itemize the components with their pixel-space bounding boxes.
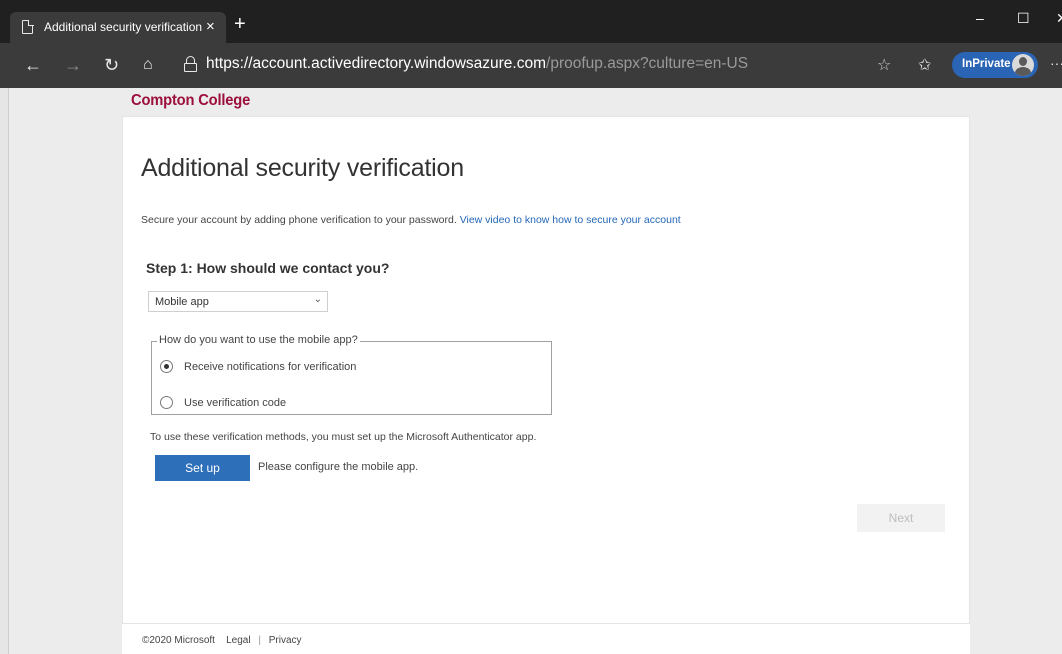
intro-description: Secure your account by adding phone veri… xyxy=(141,214,460,226)
copyright-text: ©2020 Microsoft xyxy=(142,635,215,646)
browser-tab-active[interactable]: Additional security verification × xyxy=(10,12,226,43)
footer-separator: | xyxy=(258,635,261,646)
address-bar[interactable]: https://account.activedirectory.windowsa… xyxy=(206,55,748,73)
radio-receive-notifications-label[interactable]: Receive notifications for verification xyxy=(184,361,356,373)
tab-close-icon[interactable]: × xyxy=(206,18,215,35)
inprivate-label: InPrivate xyxy=(962,58,1011,70)
radio-verification-code[interactable] xyxy=(160,396,173,409)
contact-method-value: Mobile app xyxy=(155,296,209,308)
radio-verification-code-label[interactable]: Use verification code xyxy=(184,397,286,409)
setup-hint: Please configure the mobile app. xyxy=(258,461,419,473)
forward-arrow-icon[interactable]: → xyxy=(64,55,82,75)
inprivate-badge[interactable]: InPrivate xyxy=(952,52,1038,78)
chevron-down-icon: ⌄ xyxy=(313,294,322,305)
page-title: Additional security verification xyxy=(141,154,464,182)
browser-window: Additional security verification × + – ☐… xyxy=(0,0,1062,654)
contact-method-select[interactable]: Mobile app ⌄ xyxy=(148,291,328,312)
url-path: /proofup.aspx?culture=en-US xyxy=(546,55,749,72)
video-help-link[interactable]: View video to know how to secure your ac… xyxy=(460,214,681,226)
minimize-button[interactable]: – xyxy=(976,10,984,26)
page-footer: ©2020 Microsoft Legal | Privacy xyxy=(122,623,970,654)
more-options-icon[interactable]: ··· xyxy=(1050,55,1062,71)
page-scroll-edge xyxy=(0,88,9,654)
step-title: Step 1: How should we contact you? xyxy=(146,260,390,276)
tab-strip: Additional security verification × + – ☐… xyxy=(0,0,1062,43)
brand-logo: Compton College xyxy=(131,92,251,109)
favorites-list-icon[interactable]: ✩ xyxy=(918,55,931,75)
back-arrow-icon[interactable]: ← xyxy=(24,55,42,75)
authenticator-note: To use these verification methods, you m… xyxy=(150,431,537,443)
radio-receive-notifications[interactable] xyxy=(160,360,173,373)
maximize-button[interactable]: ☐ xyxy=(1017,10,1030,27)
next-button[interactable]: Next xyxy=(857,504,945,532)
lock-icon[interactable] xyxy=(184,56,197,72)
close-window-button[interactable]: ✕ xyxy=(1056,10,1062,27)
intro-text: Secure your account by adding phone veri… xyxy=(141,214,681,226)
url-domain: https://account.activedirectory.windowsa… xyxy=(206,55,547,72)
legal-link[interactable]: Legal xyxy=(226,635,250,646)
footer-text: ©2020 Microsoft Legal | Privacy xyxy=(142,635,302,646)
avatar-icon xyxy=(1012,54,1034,76)
page-icon xyxy=(22,19,34,34)
favorite-star-icon[interactable]: ☆ xyxy=(877,55,891,75)
mobile-app-options-legend: How do you want to use the mobile app? xyxy=(157,334,360,346)
new-tab-button[interactable]: + xyxy=(234,14,246,34)
set-up-button[interactable]: Set up xyxy=(155,455,250,481)
navigation-bar: ← → ↻ ⌂ https://account.activedirectory.… xyxy=(0,43,1062,88)
tab-title: Additional security verification xyxy=(44,20,203,34)
refresh-icon[interactable]: ↻ xyxy=(104,55,119,75)
home-icon[interactable]: ⌂ xyxy=(143,55,153,75)
privacy-link[interactable]: Privacy xyxy=(269,635,302,646)
